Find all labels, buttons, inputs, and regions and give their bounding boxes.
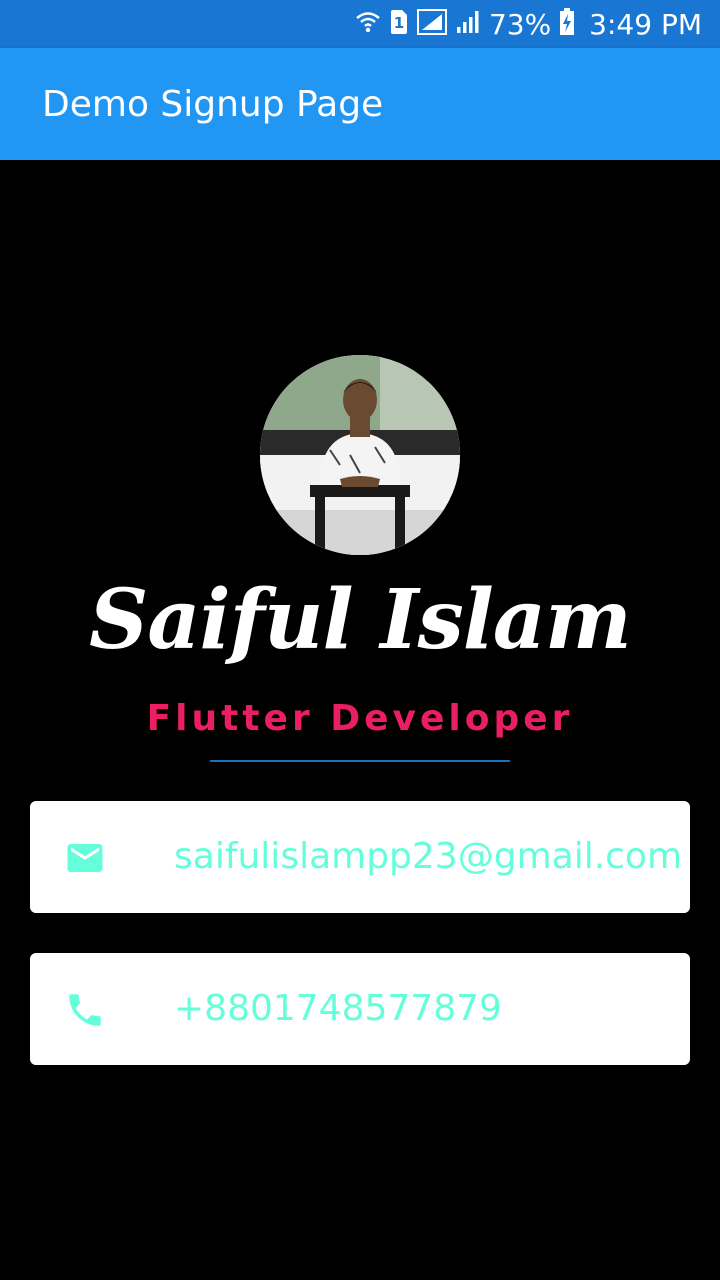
signal-icon <box>455 9 481 40</box>
phone-card[interactable]: +8801748577879 <box>30 953 690 1065</box>
clock: 3:49 PM <box>589 7 702 41</box>
divider <box>210 760 510 762</box>
page-title: Demo Signup Page <box>42 83 384 125</box>
sim-icon: 1 <box>389 9 409 40</box>
avatar <box>260 355 460 555</box>
battery-charging-icon <box>559 7 575 41</box>
profile-name: Saiful Islam <box>89 572 632 668</box>
sim-badge-text: 1 <box>394 14 404 32</box>
phone-icon <box>64 989 106 1031</box>
email-card[interactable]: saifulislampp23@gmail.com <box>30 801 690 913</box>
wifi-icon <box>355 9 381 40</box>
profile-role: Flutter Developer <box>146 698 574 739</box>
email-text: saifulislampp23@gmail.com <box>174 836 683 877</box>
phone-text: +8801748577879 <box>174 988 502 1029</box>
signal-icon <box>416 8 447 40</box>
battery-percent: 73% <box>488 7 552 41</box>
status-bar: 1 73% 3:49 PM <box>0 0 720 48</box>
app-bar: Demo Signup Page <box>0 48 720 160</box>
mail-icon <box>64 837 106 879</box>
status-icons: 1 73% 3:49 PM <box>355 7 702 41</box>
